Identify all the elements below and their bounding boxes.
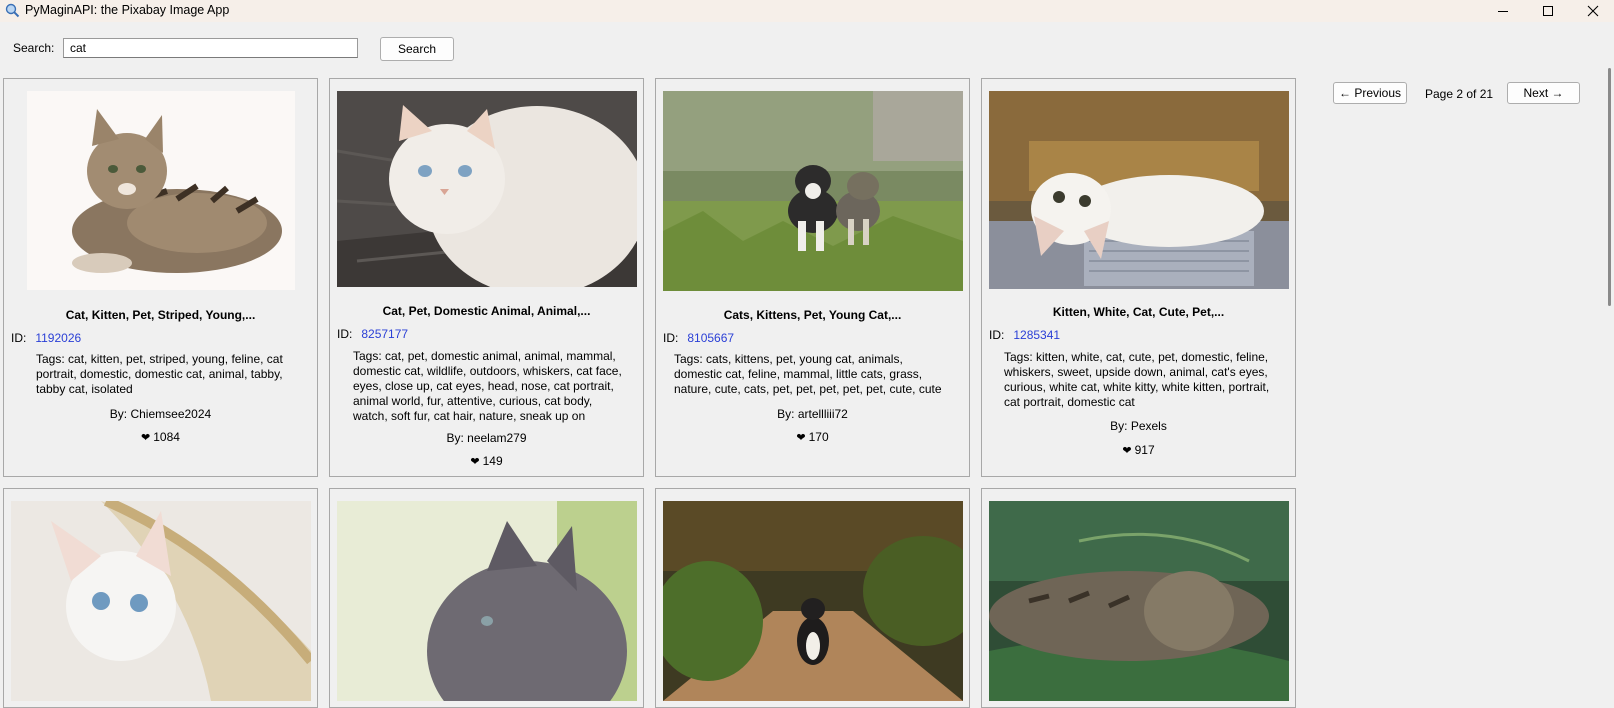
close-icon	[1587, 5, 1599, 17]
image-card: Cat, Pet, Domestic Animal, Animal,... ID…	[329, 78, 644, 477]
heart-icon: ❤	[796, 432, 806, 444]
card-tags: Tags: cat, pet, domestic animal, animal,…	[353, 349, 622, 423]
image-card: Cat, Kitten, Pet, Striped, Young,... ID:…	[3, 78, 318, 477]
id-link[interactable]: 8105667	[687, 331, 734, 345]
search-button[interactable]: Search	[380, 37, 454, 61]
id-row: ID: 1192026	[11, 331, 81, 345]
id-label: ID:	[663, 331, 679, 345]
maximize-icon	[1543, 6, 1553, 16]
likes-value: 1084	[153, 430, 180, 444]
likes-value: 917	[1134, 443, 1155, 457]
id-row: ID: 1285341	[989, 328, 1060, 342]
minimize-button[interactable]	[1481, 0, 1525, 22]
next-button[interactable]: Next →	[1507, 82, 1580, 104]
search-input[interactable]	[63, 38, 358, 58]
heart-icon: ❤	[470, 456, 480, 468]
likes-count: ❤ 170	[656, 430, 969, 444]
app-icon	[5, 3, 20, 18]
card-author: By: Chiemsee2024	[109, 407, 212, 421]
likes-count: ❤ 149	[330, 454, 643, 468]
id-link[interactable]: 1192026	[35, 331, 81, 345]
likes-count: ❤ 1084	[4, 430, 317, 444]
likes-count: ❤ 917	[982, 443, 1295, 457]
image-card	[655, 488, 970, 708]
minimize-icon	[1498, 11, 1508, 12]
id-label: ID:	[989, 328, 1005, 342]
id-label: ID:	[337, 327, 353, 341]
image-thumbnail[interactable]	[989, 501, 1289, 701]
heart-icon: ❤	[141, 432, 151, 444]
card-title: Cat, Pet, Domestic Animal, Animal,...	[382, 304, 591, 318]
maximize-button[interactable]	[1526, 0, 1570, 22]
image-card: Cats, Kittens, Pet, Young Cat,... ID: 810…	[655, 78, 970, 477]
image-thumbnail[interactable]	[27, 91, 295, 290]
card-title: Cats, Kittens, Pet, Young Cat,...	[723, 308, 902, 322]
card-author: By: neelam279	[446, 431, 527, 445]
window-title: PyMaginAPI: the Pixabay Image App	[25, 3, 230, 17]
card-tags: Tags: cat, kitten, pet, striped, young, …	[36, 352, 283, 396]
image-thumbnail[interactable]	[663, 91, 963, 291]
image-thumbnail[interactable]	[989, 91, 1289, 289]
image-card	[3, 488, 318, 708]
id-row: ID: 8105667	[663, 331, 734, 345]
likes-value: 170	[808, 430, 829, 444]
image-card: Kitten, White, Cat, Cute, Pet,... ID: 128…	[981, 78, 1296, 477]
image-card	[981, 488, 1296, 708]
search-label: Search:	[13, 41, 55, 55]
card-title: Kitten, White, Cat, Cute, Pet,...	[1052, 305, 1225, 319]
card-tags: Tags: cats, kittens, pet, young cat, ani…	[674, 352, 942, 396]
previous-button[interactable]: ← Previous	[1333, 82, 1407, 104]
card-title: Cat, Kitten, Pet, Striped, Young,...	[65, 308, 256, 322]
page-indicator: Page 2 of 21	[1425, 87, 1494, 101]
vertical-scrollbar[interactable]	[1608, 68, 1611, 306]
heart-icon: ❤	[1122, 445, 1132, 457]
image-card	[329, 488, 644, 708]
id-label: ID:	[11, 331, 27, 345]
image-thumbnail[interactable]	[663, 501, 963, 701]
title-bar: PyMaginAPI: the Pixabay Image App	[0, 0, 1614, 22]
image-thumbnail[interactable]	[337, 91, 637, 287]
image-thumbnail[interactable]	[337, 501, 637, 701]
card-tags: Tags: kitten, white, cat, cute, pet, dom…	[1004, 350, 1270, 409]
image-thumbnail[interactable]	[11, 501, 311, 701]
id-link[interactable]: 8257177	[361, 327, 408, 341]
id-link[interactable]: 1285341	[1013, 328, 1060, 342]
card-author: By: Pexels	[1110, 419, 1167, 433]
card-author: By: artellliii72	[777, 407, 848, 421]
likes-value: 149	[482, 454, 503, 468]
close-button[interactable]	[1571, 0, 1614, 22]
id-row: ID: 8257177	[337, 327, 408, 341]
